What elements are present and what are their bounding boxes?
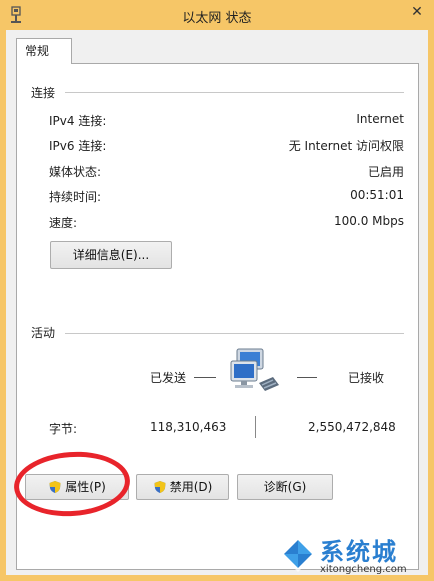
received-line: [297, 377, 317, 378]
received-label: 已接收: [348, 371, 385, 385]
disable-button[interactable]: 禁用(D): [136, 474, 229, 500]
sent-line: [194, 377, 216, 378]
diagnose-button[interactable]: 诊断(G): [237, 474, 333, 500]
activity-section-label: 活动: [31, 326, 56, 340]
connection-divider: [65, 92, 404, 93]
disable-button-label: 禁用(D): [169, 480, 213, 494]
ipv4-value: Internet: [356, 112, 404, 126]
bytes-label: 字节:: [49, 422, 78, 436]
duration-value: 00:51:01: [350, 188, 404, 202]
ipv6-label: IPv6 连接:: [49, 139, 107, 153]
title-bar[interactable]: 以太网 状态 ✕: [0, 0, 434, 30]
watermark: 系统城 xitongcheng.com: [274, 530, 434, 581]
network-computers-icon: [230, 348, 279, 391]
speed-value: 100.0 Mbps: [333, 214, 404, 228]
tab-general[interactable]: 常规: [16, 38, 72, 64]
watermark-text: 系统城: [320, 538, 398, 566]
speed-label: 速度:: [49, 216, 78, 230]
ipv4-label: IPv4 连接:: [49, 114, 107, 128]
bytes-separator: [255, 416, 256, 438]
connection-section-label: 连接: [31, 86, 56, 100]
close-button[interactable]: ✕: [406, 2, 428, 22]
window-title: 以太网 状态: [182, 11, 252, 26]
activity-divider: [65, 333, 404, 334]
watermark-logo-icon: [280, 536, 316, 572]
bytes-sent-value: 118,310,463: [150, 420, 227, 434]
media-state-value: 已启用: [367, 165, 404, 179]
duration-label: 持续时间:: [49, 190, 102, 204]
details-button[interactable]: 详细信息(E)...: [50, 241, 172, 269]
ipv6-value: 无 Internet 访问权限: [288, 139, 404, 153]
sent-label: 已发送: [150, 371, 187, 385]
bytes-received-value: 2,550,472,848: [308, 420, 396, 434]
media-state-label: 媒体状态:: [49, 165, 102, 179]
watermark-url: xitongcheng.com: [320, 564, 407, 575]
uac-shield-icon: [154, 481, 166, 493]
